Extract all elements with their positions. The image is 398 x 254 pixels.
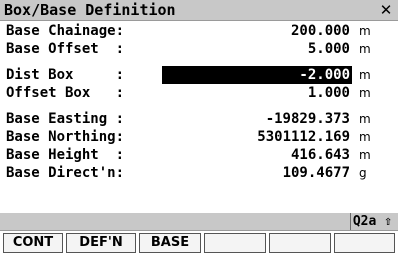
field-label: Base Northing: bbox=[6, 129, 125, 145]
base-button[interactable]: BASE bbox=[139, 233, 201, 253]
field-value[interactable]: 5.000 bbox=[162, 40, 352, 58]
field-value[interactable]: 200.000 bbox=[162, 22, 352, 40]
field-base-direction: Base Direct'n: 109.4677 g bbox=[0, 164, 398, 182]
field-value[interactable]: 5301112.169 bbox=[162, 128, 352, 146]
field-label: Base Direct'n: bbox=[6, 165, 125, 181]
field-dist-box: Dist Box : -2.000 m bbox=[0, 66, 398, 84]
field-label: Base Offset : bbox=[6, 41, 125, 57]
field-label: Base Chainage: bbox=[6, 23, 125, 39]
close-icon[interactable]: ✕ bbox=[378, 1, 394, 19]
field-unit: m bbox=[359, 42, 371, 56]
dist-box-input[interactable]: -2.000 bbox=[162, 66, 352, 84]
field-base-easting: Base Easting : -19829.373 m bbox=[0, 110, 398, 128]
field-label: Offset Box : bbox=[6, 85, 125, 101]
field-unit: m bbox=[359, 24, 371, 38]
window-title: Box/Base Definition bbox=[4, 1, 176, 19]
field-label: Base Easting : bbox=[6, 111, 125, 127]
field-label: Base Height : bbox=[6, 147, 125, 163]
offset-box-input[interactable]: 1.000 bbox=[162, 84, 352, 102]
defn-button[interactable]: DEF'N bbox=[66, 233, 136, 253]
softkey-bar: CONT DEF'N BASE bbox=[0, 230, 398, 254]
field-base-chainage: Base Chainage: 200.000 m bbox=[0, 22, 398, 40]
field-unit: m bbox=[359, 148, 371, 162]
status-bar: Q2a ⇧ bbox=[0, 213, 398, 230]
field-unit: g bbox=[359, 166, 367, 180]
field-base-northing: Base Northing: 5301112.169 m bbox=[0, 128, 398, 146]
field-unit: m bbox=[359, 130, 371, 144]
field-unit: m bbox=[359, 112, 371, 126]
field-offset-box: Offset Box : 1.000 m bbox=[0, 84, 398, 102]
softkey-4[interactable] bbox=[204, 233, 266, 253]
field-value[interactable]: 109.4677 bbox=[162, 164, 352, 182]
field-base-offset: Base Offset : 5.000 m bbox=[0, 40, 398, 58]
status-indicator: Q2a ⇧ bbox=[349, 213, 394, 230]
field-unit: m bbox=[359, 68, 371, 82]
field-value[interactable]: 416.643 bbox=[162, 146, 352, 164]
softkey-5[interactable] bbox=[269, 233, 331, 253]
field-label: Dist Box : bbox=[6, 67, 125, 83]
field-unit: m bbox=[359, 86, 371, 100]
field-base-height: Base Height : 416.643 m bbox=[0, 146, 398, 164]
field-value[interactable]: -19829.373 bbox=[162, 110, 352, 128]
instrument-screen: Box/Base Definition ✕ Base Chainage: 200… bbox=[0, 0, 398, 254]
cont-button[interactable]: CONT bbox=[3, 233, 63, 253]
softkey-6[interactable] bbox=[334, 233, 395, 253]
title-bar: Box/Base Definition ✕ bbox=[0, 0, 398, 21]
